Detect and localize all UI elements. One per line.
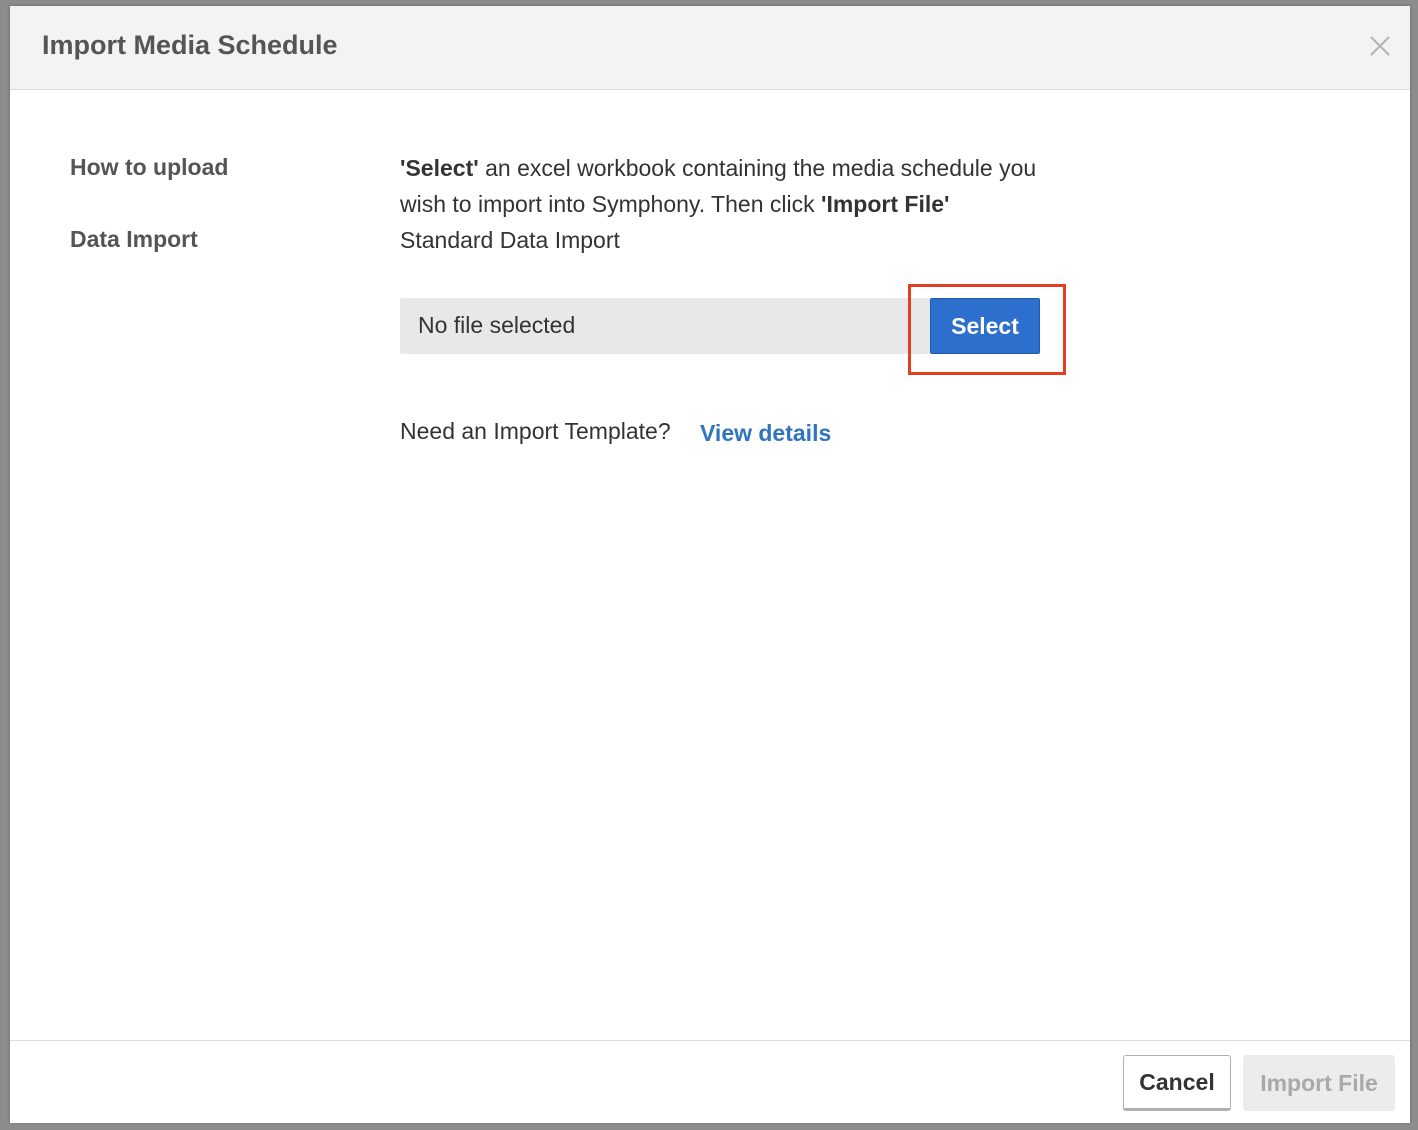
select-keyword: 'Select': [400, 155, 479, 181]
data-import-value: Standard Data Import: [400, 227, 620, 253]
data-import-label: Data Import: [70, 226, 198, 252]
dialog-header: Import Media Schedule: [10, 6, 1410, 90]
select-file-button[interactable]: Select: [930, 298, 1040, 354]
how-to-upload-label: How to upload: [70, 154, 229, 180]
file-status-text: No file selected: [418, 312, 576, 338]
cancel-button[interactable]: Cancel: [1123, 1055, 1231, 1111]
import-file-keyword: 'Import File': [821, 191, 950, 217]
import-file-button[interactable]: Import File: [1243, 1055, 1395, 1111]
import-dialog: Import Media Schedule How to upload 'Sel…: [10, 6, 1410, 1123]
how-to-upload-text: 'Select' an excel workbook containing th…: [400, 150, 1040, 222]
dialog-footer: Cancel Import File: [10, 1040, 1410, 1123]
file-name-field: No file selected: [400, 298, 930, 354]
template-question: Need an Import Template?: [400, 418, 671, 444]
close-icon[interactable]: [1368, 34, 1392, 58]
view-details-link[interactable]: View details: [700, 420, 831, 447]
dialog-title: Import Media Schedule: [42, 30, 338, 60]
